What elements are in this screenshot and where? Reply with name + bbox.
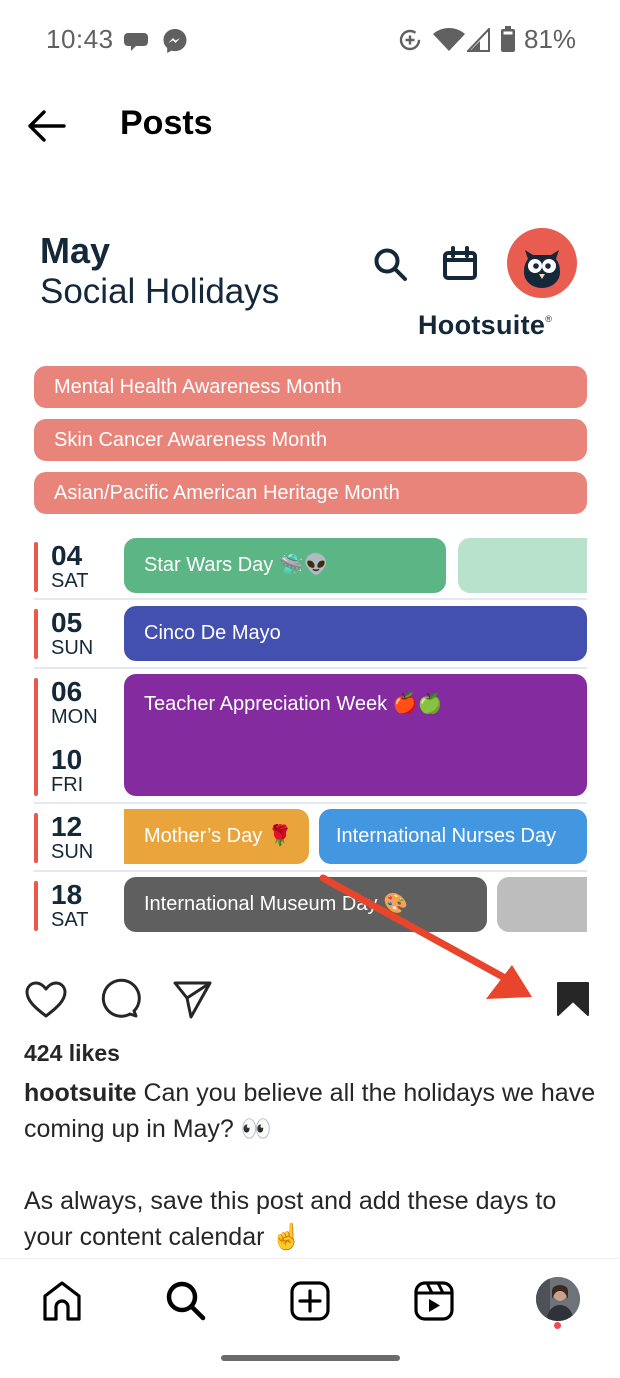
nav-home[interactable] bbox=[40, 1279, 84, 1323]
day-row-05: 05 SUN Cinco De Mayo bbox=[34, 605, 587, 661]
day-marker bbox=[34, 881, 38, 931]
back-button[interactable] bbox=[24, 106, 68, 146]
event-placeholder bbox=[497, 877, 587, 932]
day-number: 06 bbox=[51, 676, 83, 707]
caption-username[interactable]: hootsuite bbox=[24, 1079, 137, 1107]
nav-search[interactable] bbox=[164, 1279, 208, 1323]
day-number: 04 bbox=[51, 540, 83, 571]
send-icon bbox=[173, 981, 212, 1019]
nav-create[interactable] bbox=[288, 1279, 332, 1323]
divider bbox=[34, 870, 587, 872]
page-title: Posts bbox=[120, 104, 213, 142]
event-cinco-de-mayo: Cinco De Mayo bbox=[124, 606, 587, 661]
comment-icon bbox=[101, 978, 141, 1018]
month-observance: Asian/Pacific American Heritage Month bbox=[34, 472, 587, 514]
event-placeholder bbox=[458, 538, 587, 593]
likes-count[interactable]: 424 likes bbox=[24, 1040, 120, 1067]
profile-avatar[interactable] bbox=[536, 1277, 580, 1321]
event-international-museum-day: International Museum Day 🎨 bbox=[124, 877, 487, 932]
brand-name: Hootsuite bbox=[418, 310, 546, 340]
app-header: Posts bbox=[0, 92, 620, 158]
graphic-title-subtitle: Social Holidays bbox=[40, 272, 280, 311]
caption-line-1: hootsuite Can you believe all the holida… bbox=[24, 1075, 604, 1147]
comment-button[interactable] bbox=[98, 977, 142, 1026]
day-number: 05 bbox=[51, 607, 83, 638]
owl-icon bbox=[524, 250, 560, 288]
divider bbox=[34, 598, 587, 600]
search-icon bbox=[374, 248, 407, 281]
status-time: 10:43 bbox=[46, 24, 114, 54]
status-bar: 10:43 81% bbox=[0, 0, 620, 80]
post-actions bbox=[0, 975, 620, 1025]
hootsuite-wordmark: Hootsuite® bbox=[418, 310, 552, 341]
registered-mark: ® bbox=[545, 314, 553, 324]
bookmark-filled-icon bbox=[557, 982, 589, 1016]
signal-icon bbox=[467, 28, 490, 52]
event-international-nurses-day: International Nurses Day bbox=[319, 809, 587, 864]
arrow-left-icon bbox=[28, 110, 66, 142]
notification-dot bbox=[554, 1322, 561, 1329]
share-button[interactable] bbox=[172, 979, 214, 1026]
day-marker bbox=[34, 542, 38, 592]
battery-percent: 81% bbox=[524, 24, 577, 54]
graphic-title-month: May bbox=[40, 230, 111, 271]
day-of-week: MON bbox=[51, 706, 98, 728]
reels-icon bbox=[414, 1281, 454, 1321]
month-observance: Mental Health Awareness Month bbox=[34, 366, 587, 408]
day-of-week: SAT bbox=[51, 909, 89, 931]
day-of-week: SUN bbox=[51, 637, 94, 659]
day-number: 18 bbox=[51, 879, 83, 910]
nav-reels[interactable] bbox=[412, 1279, 456, 1323]
heart-icon bbox=[25, 981, 67, 1018]
event-teacher-appreciation-week: Teacher Appreciation Week 🍎🍏 bbox=[124, 674, 587, 796]
caption-line-2: As always, save this post and add these … bbox=[24, 1187, 557, 1251]
search-icon bbox=[166, 1281, 206, 1321]
divider bbox=[34, 802, 587, 804]
home-indicator[interactable] bbox=[221, 1355, 400, 1361]
event-mothers-day: Mother’s Day 🌹 bbox=[124, 809, 309, 864]
home-icon bbox=[43, 1281, 81, 1321]
create-icon bbox=[290, 1281, 330, 1321]
profile-photo bbox=[536, 1277, 580, 1321]
hootsuite-owl-logo bbox=[507, 228, 577, 298]
battery-icon bbox=[501, 26, 515, 52]
day-marker bbox=[34, 609, 38, 659]
event-star-wars-day: Star Wars Day 🛸👽 bbox=[124, 538, 446, 593]
post-image[interactable]: May Social Holidays Hootsuite® Mental He… bbox=[0, 200, 620, 945]
data-saver-icon bbox=[399, 29, 421, 51]
divider bbox=[34, 667, 587, 669]
day-row-12: 12 SUN Mother’s Day 🌹 International Nurs… bbox=[34, 809, 587, 865]
save-button[interactable] bbox=[556, 981, 590, 1022]
day-row-04: 04 SAT Star Wars Day 🛸👽 bbox=[34, 538, 587, 594]
day-row-06-10: 06 MON 10 FRI Teacher Appreciation Week … bbox=[34, 674, 587, 798]
day-number-end: 10 bbox=[51, 744, 83, 775]
wifi-icon bbox=[433, 28, 465, 51]
day-of-week: SUN bbox=[51, 841, 94, 863]
day-marker bbox=[34, 678, 38, 796]
month-observance: Skin Cancer Awareness Month bbox=[34, 419, 587, 461]
messenger-icon bbox=[163, 29, 187, 53]
caption-gap bbox=[24, 1147, 604, 1183]
day-marker bbox=[34, 813, 38, 863]
day-row-18: 18 SAT International Museum Day 🎨 bbox=[34, 877, 587, 933]
day-of-week: SAT bbox=[51, 570, 89, 592]
day-of-week-end: FRI bbox=[51, 774, 84, 796]
post-caption: hootsuite Can you believe all the holida… bbox=[24, 1075, 604, 1255]
messages-icon bbox=[124, 33, 148, 51]
like-button[interactable] bbox=[24, 979, 68, 1024]
calendar-icon bbox=[443, 246, 477, 280]
day-number: 12 bbox=[51, 811, 83, 842]
